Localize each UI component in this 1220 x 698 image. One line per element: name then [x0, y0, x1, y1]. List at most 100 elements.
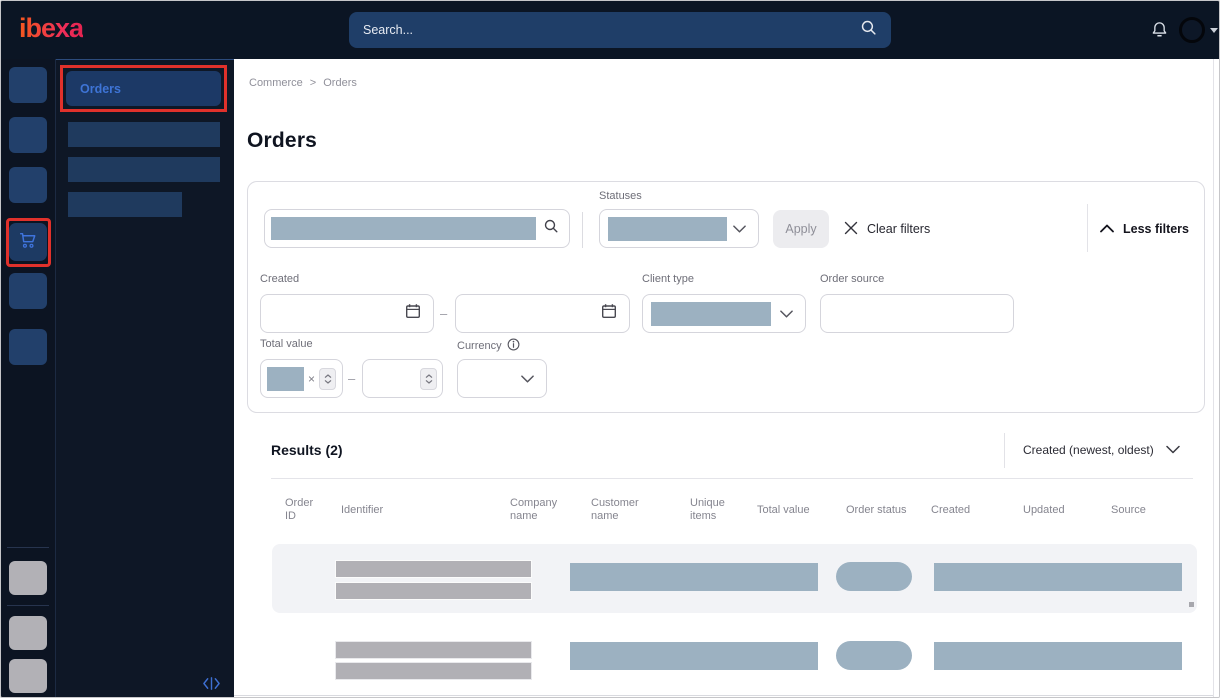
bell-icon[interactable] [1150, 20, 1169, 45]
statuses-label: Statuses [599, 190, 642, 202]
total-value-max-input[interactable] [362, 359, 443, 398]
sidebar-item-placeholder[interactable] [68, 122, 220, 147]
less-filters-label: Less filters [1123, 222, 1190, 236]
redacted-total-min-value [267, 366, 304, 391]
collapse-icon[interactable] [199, 674, 223, 692]
app-window: ibexa Ord [0, 0, 1220, 698]
main-content: Commerce > Orders Orders Statuses Apply … [234, 59, 1219, 697]
rail-divider [7, 605, 49, 606]
filter-search-input[interactable] [264, 209, 570, 248]
column-header-created: Created [931, 503, 971, 516]
breadcrumb-separator: > [309, 77, 317, 89]
column-header-updated: Updated [1023, 503, 1065, 516]
rail-item-7[interactable] [9, 561, 47, 595]
sort-label: Created (newest, oldest) [1023, 443, 1154, 457]
redacted-identifier-line [335, 662, 532, 680]
column-header-order-id: Order ID [285, 497, 314, 522]
results-title: Results (2) [271, 442, 343, 458]
close-icon [844, 221, 858, 238]
table-row[interactable] [272, 629, 1197, 691]
redacted-search-value [271, 217, 536, 240]
rail-item-6[interactable] [9, 329, 47, 365]
user-menu-caret-icon[interactable] [1210, 28, 1218, 33]
clear-filters-label: Clear filters [867, 222, 931, 236]
redacted-identifier-line [335, 560, 532, 578]
redacted-client-type-value [651, 301, 771, 326]
table-header-divider [271, 478, 1193, 479]
column-header-unique-items: Unique items [690, 497, 725, 522]
rail-item-1[interactable] [9, 67, 47, 103]
rail-item-2[interactable] [9, 117, 47, 153]
redacted-identifier-line [335, 641, 532, 659]
created-to-input[interactable] [455, 294, 630, 333]
order-source-label: Order source [820, 273, 885, 285]
ibexa-logo[interactable]: ibexa [19, 13, 84, 44]
column-header-company-name: Company name [510, 497, 558, 522]
client-type-label: Client type [642, 273, 694, 285]
sidebar-item-orders[interactable]: Orders [66, 71, 221, 106]
client-type-select[interactable] [642, 294, 806, 333]
search-icon[interactable] [860, 19, 877, 41]
calendar-icon[interactable] [601, 303, 617, 324]
rail-item-8[interactable] [9, 616, 47, 650]
stepper-icon[interactable] [319, 367, 337, 390]
calendar-icon[interactable] [405, 303, 421, 324]
currency-select[interactable] [457, 359, 547, 398]
chevron-down-icon [521, 370, 534, 388]
apply-button[interactable]: Apply [773, 210, 829, 248]
breadcrumb-commerce[interactable]: Commerce [249, 77, 303, 89]
redacted-customer-block [570, 563, 818, 591]
order-source-input[interactable] [820, 294, 1014, 333]
redacted-dates-block [934, 563, 1182, 591]
redacted-status-badge [836, 641, 912, 670]
column-header-customer-name: Customer name [591, 497, 639, 522]
rail-item-9[interactable] [9, 659, 47, 693]
date-range-separator: – [440, 306, 448, 321]
side-panel: Orders [56, 59, 234, 697]
stepper-icon[interactable] [420, 367, 437, 390]
total-value-label: Total value [260, 338, 313, 350]
filter-divider [1087, 204, 1088, 252]
icon-rail [1, 59, 56, 697]
redacted-customer-block [570, 642, 818, 670]
rail-item-commerce[interactable] [9, 223, 47, 261]
chevron-up-icon [1100, 222, 1114, 236]
chevron-down-icon [733, 220, 746, 238]
scrollbar-track[interactable] [1213, 59, 1214, 697]
global-search[interactable] [349, 12, 891, 48]
less-filters-button[interactable]: Less filters [1100, 210, 1189, 248]
info-icon[interactable] [507, 338, 520, 354]
rail-item-3[interactable] [9, 167, 47, 203]
clear-filters-button[interactable]: Clear filters [844, 210, 930, 248]
cart-icon [17, 230, 39, 255]
scroll-handle-dot[interactable] [1189, 602, 1194, 607]
column-header-source: Source [1111, 503, 1146, 516]
currency-label-group: Currency [457, 338, 520, 354]
bottom-divider [234, 695, 1213, 696]
global-search-input[interactable] [363, 23, 860, 37]
column-header-total-value: Total value [757, 503, 810, 516]
chevron-down-icon [1165, 443, 1180, 457]
user-avatar[interactable] [1179, 17, 1205, 43]
redacted-statuses-value [608, 216, 727, 241]
topbar: ibexa [1, 1, 1219, 59]
sort-dropdown[interactable]: Created (newest, oldest) [1023, 440, 1180, 460]
breadcrumb: Commerce > Orders [249, 77, 357, 89]
rail-item-5[interactable] [9, 273, 47, 309]
search-icon[interactable] [543, 218, 559, 239]
currency-label: Currency [457, 340, 502, 352]
total-value-min-input[interactable]: × [260, 359, 343, 398]
redacted-status-badge [836, 562, 912, 591]
rail-divider [7, 547, 49, 548]
sidebar-item-placeholder[interactable] [68, 157, 220, 182]
chevron-down-icon [780, 305, 793, 323]
filter-divider [582, 212, 583, 248]
statuses-select[interactable] [599, 209, 759, 248]
created-from-input[interactable] [260, 294, 434, 333]
page-title: Orders [247, 129, 318, 152]
filters-card: Statuses Apply Clear filters Less filter… [247, 181, 1205, 413]
sidebar-item-placeholder[interactable] [68, 192, 182, 217]
table-row[interactable] [272, 544, 1197, 613]
clear-value-icon[interactable]: × [308, 372, 315, 386]
column-header-identifier: Identifier [341, 503, 384, 516]
